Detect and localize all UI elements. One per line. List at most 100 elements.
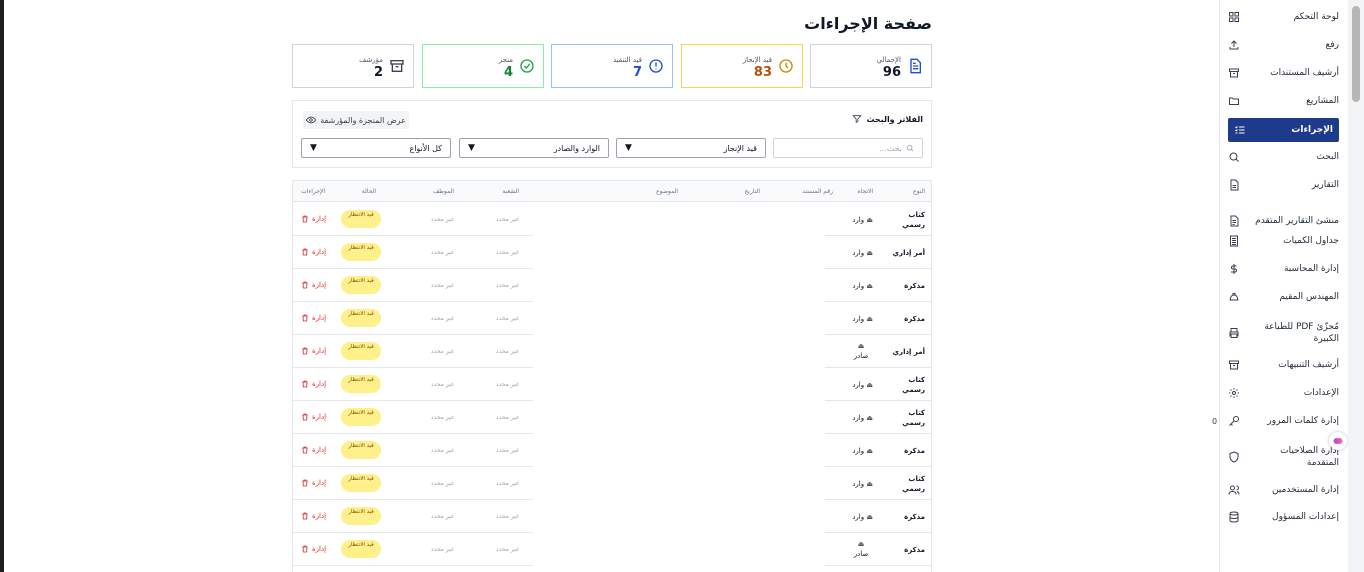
list-check-icon [1234, 124, 1246, 136]
sidebar-item-label: مُجزّئ PDF للطباعة الكبيرة [1264, 322, 1339, 344]
manage-button[interactable]: إدارة [301, 281, 326, 289]
sidebar-item-label: المشاريع [1306, 96, 1339, 106]
division-cell: غير محدد [495, 348, 519, 355]
sidebar-item[interactable]: المشاريع [1228, 95, 1339, 107]
sidebar-item[interactable]: إدارة المستخدمين [1228, 484, 1339, 496]
hardhat-icon [1228, 291, 1240, 303]
sidebar-item[interactable]: المهندس المقيم [1228, 291, 1339, 303]
employee-cell: غير محدد [430, 480, 454, 487]
status-badge: قيد الانتظار [341, 474, 381, 492]
division-cell: غير محدد [495, 249, 519, 256]
assistant-bubble-button[interactable] [1329, 432, 1347, 450]
dollar-icon [1228, 263, 1240, 275]
status-badge: قيد الانتظار [341, 276, 381, 294]
division-cell: غير محدد [495, 513, 519, 520]
sidebar-item[interactable]: لوحة التحكم [1228, 11, 1339, 23]
manage-button[interactable]: إدارة [301, 413, 326, 421]
sidebar-item[interactable]: أرشيف التنبيهات [1228, 359, 1339, 371]
sidebar-item[interactable]: إدارة الصلاحيات المتقدمة [1228, 443, 1339, 471]
type-select[interactable]: كل الأنواع ▼ [301, 138, 451, 158]
filter-panel: الفلاتر والبحث عرض المنجزة والمؤرشفة بحث… [292, 100, 932, 168]
sidebar-item[interactable]: جداول الكميات [1228, 235, 1339, 247]
show-completed-archived-button[interactable]: عرض المنجزة والمؤرشفة [303, 111, 409, 129]
division-cell: غير محدد [495, 315, 519, 322]
manage-button[interactable]: إدارة [301, 512, 326, 520]
sidebar-item-label: أرشيف المستندات [1270, 68, 1339, 78]
sidebar-item[interactable]: أرشيف المستندات [1228, 67, 1339, 79]
sidebar-item-label: إدارة المستخدمين [1271, 485, 1339, 495]
stat-value: 4 [503, 65, 513, 80]
clock-icon [778, 58, 794, 74]
search-icon [906, 144, 914, 152]
status-badge: قيد الانتظار [341, 375, 381, 393]
manage-label: إدارة [312, 545, 327, 553]
sidebar-item-label: التقارير [1311, 180, 1339, 190]
type-cell: كتاب رسمي [902, 475, 925, 493]
search-input[interactable]: بحث... [773, 138, 923, 158]
stat-value: 2 [373, 65, 383, 80]
division-cell: غير محدد [495, 480, 519, 487]
sidebar-item[interactable]: البحث [1228, 151, 1339, 163]
document-icon [907, 58, 923, 74]
stat-label: قيد التنفيذ [613, 56, 642, 64]
manage-button[interactable]: إدارة [301, 314, 326, 322]
status-badge: قيد الانتظار [341, 540, 381, 558]
status-badge: قيد الانتظار [341, 408, 381, 426]
status-select[interactable]: قيد الإنجاز ▼ [616, 138, 766, 158]
manage-label: إدارة [312, 413, 327, 421]
sidebar-item[interactable]: رفع [1228, 39, 1339, 51]
sidebar: لوحة التحكم رفع أرشيف المستندات المشاريع الإ… [1212, 0, 1347, 572]
sidebar-item[interactable]: الإعدادات [1228, 387, 1339, 399]
header-division: الشعبة [502, 188, 519, 195]
direction-cell: ⏏ صادر [849, 539, 873, 559]
sidebar-item-label: لوحة التحكم [1293, 12, 1339, 22]
archive-icon [389, 58, 405, 74]
inbox-icon: ⏏ [866, 513, 873, 521]
check-circle-icon [519, 58, 535, 74]
type-cell: مذكرة [904, 282, 925, 290]
direction-label: وارد [852, 513, 865, 521]
sidebar-item[interactable]: الإجراءات [1228, 118, 1339, 142]
sidebar-item[interactable]: إعدادات المسؤول [1228, 511, 1339, 523]
folder-icon [1228, 95, 1240, 107]
inbox-icon: ⏏ [866, 447, 873, 455]
direction-cell: ⏏ وارد [833, 446, 873, 456]
sidebar-item[interactable]: التقارير [1228, 179, 1339, 191]
manage-button[interactable]: إدارة [301, 215, 326, 223]
users-icon [1228, 484, 1240, 496]
direction-select[interactable]: الوارد والصادر ▼ [459, 138, 609, 158]
type-cell: مذكرة [904, 546, 925, 554]
manage-button[interactable]: إدارة [301, 479, 326, 487]
employee-cell: غير محدد [430, 381, 454, 388]
manage-button[interactable]: إدارة [301, 347, 326, 355]
status-badge: قيد الانتظار [341, 441, 381, 459]
sidebar-item-label: رفع [1325, 40, 1339, 50]
manage-button[interactable]: إدارة [301, 248, 326, 256]
direction-label: وارد [852, 315, 865, 323]
scrollbar-thumb[interactable] [1352, 6, 1360, 102]
manage-label: إدارة [312, 347, 327, 355]
filter-title-label: الفلاتر والبحث [866, 114, 923, 124]
info-icon [648, 58, 664, 74]
direction-label: وارد [852, 216, 865, 224]
scrollbar[interactable] [1348, 0, 1364, 572]
assistant-icon [1333, 438, 1343, 444]
key-icon [1228, 415, 1240, 427]
stat-card: قيد الإنجاز 83 [681, 44, 803, 88]
printer-icon [1228, 327, 1240, 339]
direction-cell: ⏏ وارد [833, 380, 873, 390]
direction-select-value: الوارد والصادر [553, 143, 600, 153]
employee-cell: غير محدد [430, 315, 454, 322]
chevron-down-icon: ▼ [310, 143, 317, 153]
sidebar-item[interactable]: مُجزّئ PDF للطباعة الكبيرة [1228, 319, 1339, 347]
manage-button[interactable]: إدارة [301, 545, 326, 553]
toggle-label: عرض المنجزة والمؤرشفة [320, 115, 406, 125]
inbox-icon: ⏏ [866, 381, 873, 389]
sidebar-item[interactable]: إدارة المحاسبة [1228, 263, 1339, 275]
manage-button[interactable]: إدارة [301, 380, 326, 388]
sidebar-item[interactable]: منشئ التقارير المتقدم [1228, 207, 1339, 235]
manage-button[interactable]: إدارة [301, 446, 326, 454]
direction-cell: ⏏ وارد [833, 314, 873, 324]
sidebar-item[interactable]: إدارة كلمات المرور 0 [1212, 415, 1339, 427]
direction-label: صادر [853, 550, 869, 558]
